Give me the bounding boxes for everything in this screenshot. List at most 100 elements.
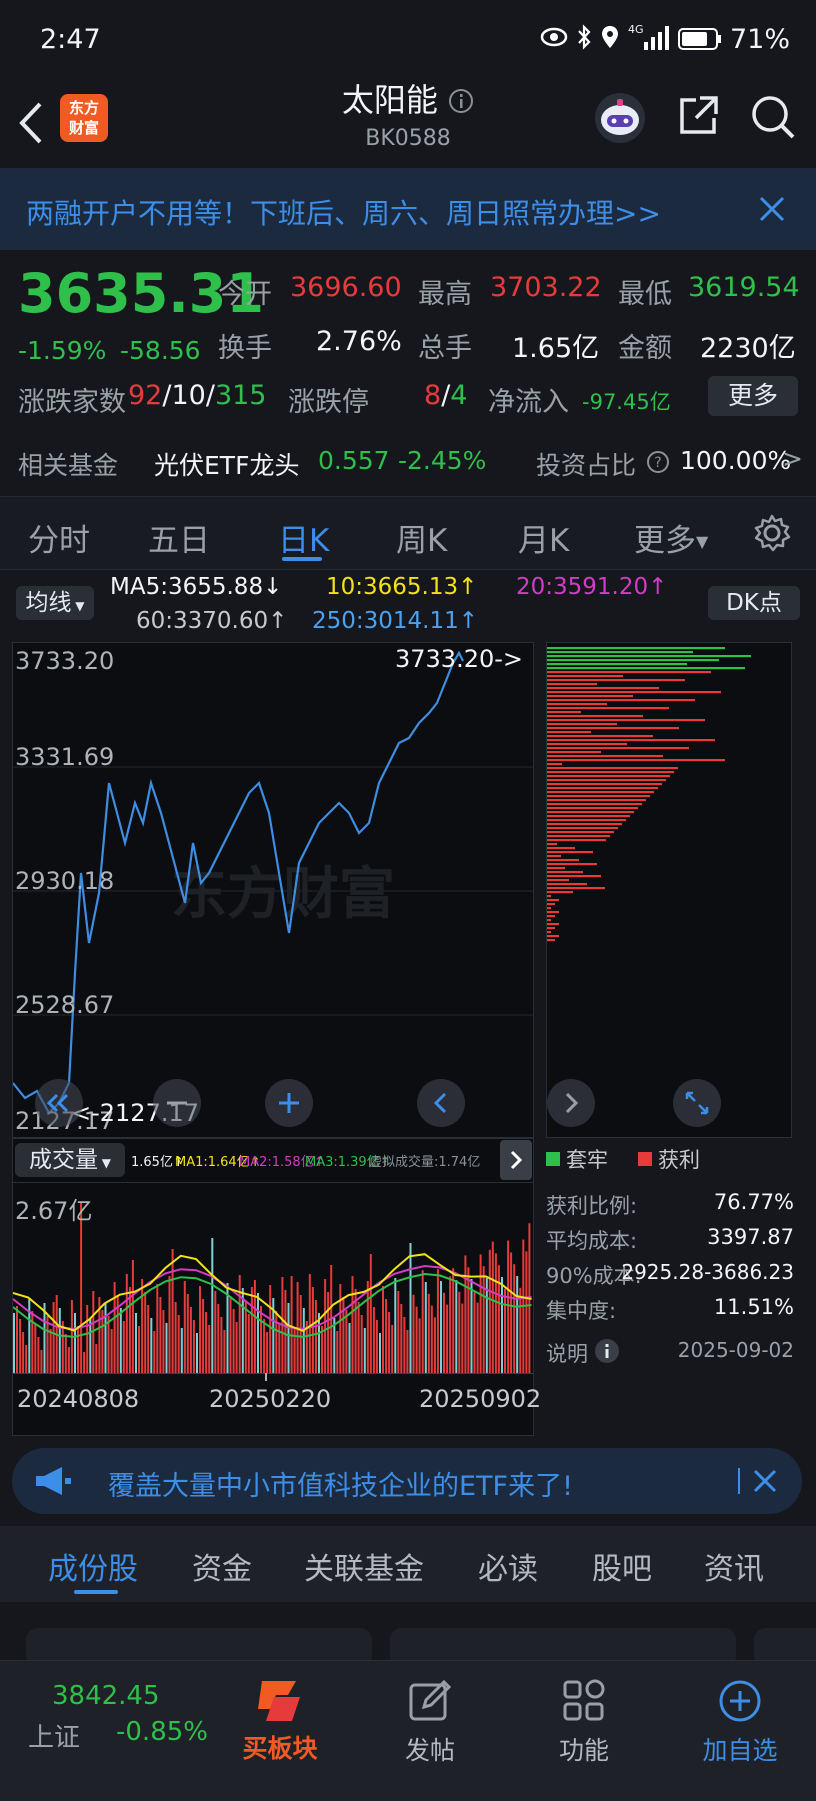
dropdown-icon: ▼: [696, 532, 709, 551]
profit-ratio-value: 76.77%: [713, 1190, 794, 1214]
trap-legend: 套牢: [566, 1148, 608, 1172]
svg-text:?: ?: [654, 455, 661, 471]
tab-forum[interactable]: 股吧: [592, 1544, 652, 1588]
volume-chart[interactable]: 2.67亿 20240808 20250220 20250902: [12, 1182, 541, 1436]
inflow-label: 净流入: [488, 387, 569, 418]
tab-related-funds[interactable]: 关联基金: [304, 1544, 424, 1588]
index-ticker[interactable]: 3842.45 上证 -0.85%: [0, 1661, 208, 1801]
limit-label: 涨跌停: [288, 387, 369, 418]
megaphone-icon: [36, 1467, 71, 1495]
more-button[interactable]: 更多: [708, 376, 798, 416]
buy-sector-label: 买板块: [242, 1734, 318, 1763]
high-value: 3703.22: [490, 272, 602, 303]
buy-sector-button[interactable]: 买板块: [220, 1671, 340, 1781]
breadth-label: 涨跌家数: [18, 387, 126, 418]
tab-monthly-k[interactable]: 月K: [518, 515, 569, 560]
share-icon[interactable]: [676, 94, 720, 138]
edit-icon: [409, 1679, 452, 1721]
section-tabs: 成份股 资金 关联基金 必读 股吧 资讯: [0, 1526, 816, 1602]
volume-label: 总手: [418, 333, 472, 364]
content-peek: [0, 1602, 816, 1668]
tab-news[interactable]: 资讯: [704, 1544, 764, 1588]
ma20-value: 20:3591.20↑: [516, 574, 668, 600]
inflow-value: -97.45亿: [582, 390, 671, 414]
date-start: 20240808: [17, 1385, 140, 1413]
axis-tick: [265, 1373, 267, 1381]
buy-sector-icon: [258, 1681, 300, 1721]
header: 东方 财富 太阳能 BK0588: [0, 80, 816, 169]
status-bar: 2:47 4G 71%: [0, 0, 816, 80]
add-watchlist-button[interactable]: 加自选: [690, 1671, 790, 1781]
section-tab-indicator: [74, 1590, 118, 1594]
promo-text[interactable]: 两融开户不用等！下班后、周六、周日照常办理>>: [26, 192, 661, 232]
functions-button[interactable]: 功能: [534, 1671, 634, 1781]
fund-name[interactable]: 光伏ETF龙头: [154, 446, 299, 482]
volume-selector-label: 成交量: [28, 1147, 98, 1173]
cost90-value: 2925.28-3686.23: [621, 1260, 794, 1284]
plus-circle-icon: [719, 1680, 761, 1722]
chip-distribution[interactable]: [546, 642, 792, 1138]
chevron-right-icon[interactable]: >: [782, 444, 803, 473]
eye-icon: [540, 27, 568, 47]
ad-text[interactable]: 覆盖大量中小市值科技企业的ETF来了!: [108, 1464, 573, 1503]
profit-legend-swatch: [638, 1152, 652, 1166]
low-value: 3619.54: [688, 272, 800, 303]
volume-selector[interactable]: 成交量 ▼: [15, 1143, 125, 1177]
date-end: 20250902: [419, 1385, 542, 1413]
help-icon[interactable]: ?: [646, 450, 670, 474]
bluetooth-icon: [578, 24, 591, 50]
volume-expand-button[interactable]: [500, 1140, 532, 1180]
tab-constituents[interactable]: 成份股: [48, 1544, 138, 1588]
avg-cost-value: 3397.87: [707, 1225, 794, 1249]
ma-selector[interactable]: 均线 ▼: [16, 586, 94, 620]
dk-point-button[interactable]: DK点: [708, 586, 800, 620]
post-label: 发帖: [404, 1736, 455, 1765]
tab-funds-flow[interactable]: 资金: [192, 1544, 252, 1588]
tab-weekly-k[interactable]: 周K: [396, 515, 447, 560]
tab-must-read[interactable]: 必读: [478, 1544, 538, 1588]
info-icon[interactable]: [594, 1338, 620, 1364]
amount-label: 金额: [618, 333, 672, 364]
y-label-top: 3733.20: [15, 647, 115, 675]
tab-daily-k[interactable]: 日K: [278, 515, 329, 560]
quote-panel: 3635.31 -1.59% -58.56 今开 3696.60 最高 3703…: [0, 250, 816, 495]
post-button[interactable]: 发帖: [380, 1671, 480, 1781]
ad-banner[interactable]: 覆盖大量中小市值科技企业的ETF来了!: [12, 1448, 802, 1514]
tab-five-day[interactable]: 五日: [148, 515, 210, 560]
info-icon[interactable]: [448, 88, 474, 114]
add-watchlist-label: 加自选: [702, 1736, 778, 1765]
tab-intraday[interactable]: 分时: [28, 515, 90, 560]
battery-icon: [678, 28, 721, 50]
status-time: 2:47: [40, 24, 101, 55]
expand-icon: [685, 1091, 709, 1115]
signal-icon: [644, 26, 669, 50]
note-label[interactable]: 说明: [546, 1338, 588, 1368]
low-label: 最低: [618, 279, 672, 310]
ma5-value: MA5:3655.88↓: [110, 574, 283, 600]
fund-price: 0.557: [318, 446, 390, 475]
kline-chart[interactable]: 东方财富 3733.20 3331.69 2930.18 2528.67 212…: [12, 642, 534, 1138]
zoom-in-button[interactable]: [265, 1079, 313, 1127]
rewind-button[interactable]: [35, 1079, 83, 1127]
search-icon[interactable]: [750, 94, 796, 140]
zoom-out-button[interactable]: [153, 1079, 201, 1127]
tab-more[interactable]: 更多▼: [634, 515, 708, 560]
expand-button[interactable]: [673, 1079, 721, 1127]
functions-label: 功能: [558, 1736, 609, 1765]
plus-icon: [279, 1093, 299, 1113]
ma60-value: 60:3370.60↑: [136, 608, 288, 634]
close-icon[interactable]: [758, 195, 786, 223]
ad-divider: [738, 1468, 740, 1494]
ma-selector-label: 均线: [25, 590, 72, 616]
prev-button[interactable]: [417, 1079, 465, 1127]
virtual-volume: 虚拟成交量:1.74亿: [369, 1155, 481, 1170]
robot-assistant-icon[interactable]: [592, 90, 648, 146]
logo-text-1: 东方: [68, 99, 99, 117]
chevron-right-icon: [565, 1092, 579, 1114]
grid-icon: [563, 1679, 605, 1721]
battery-percent: 71%: [730, 24, 791, 55]
promo-banner[interactable]: 两融开户不用等！下班后、周六、周日照常办理>>: [0, 168, 816, 250]
close-icon[interactable]: [752, 1468, 778, 1494]
settings-gear-icon[interactable]: [752, 513, 792, 553]
chip-next-button[interactable]: [547, 1079, 595, 1127]
